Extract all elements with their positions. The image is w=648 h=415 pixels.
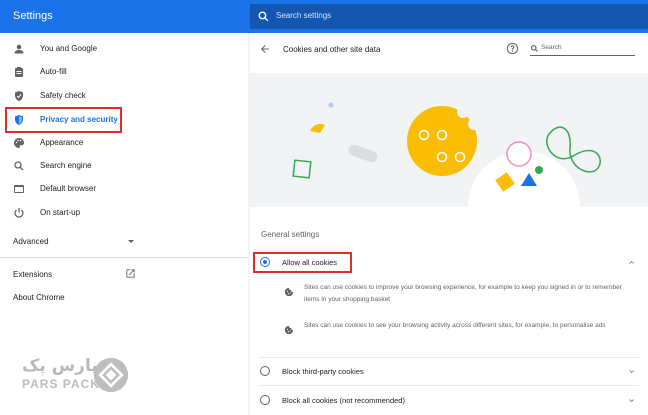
radio-block-all-cookies[interactable] [260, 395, 270, 405]
sidebar-item-auto-fill[interactable]: Auto-fill [0, 61, 248, 83]
help-icon[interactable] [506, 42, 519, 55]
sidebar-item-label: You and Google [40, 44, 98, 53]
sidebar-item-you-and-google[interactable]: You and Google [0, 38, 248, 60]
general-settings-heading: General settings [261, 230, 320, 239]
allow-all-description-2: Sites can use cookies to see your browsi… [304, 322, 606, 329]
sidebar-divider [0, 257, 248, 258]
highlight-privacy [5, 107, 122, 133]
chevron-down-icon[interactable] [627, 367, 636, 376]
power-icon [14, 208, 24, 218]
search-icon [14, 161, 24, 171]
sidebar-item-label: Default browser [40, 184, 97, 193]
option-label: Block all cookies (not recommended) [282, 396, 405, 405]
sidebar-item-label: Auto-fill [40, 67, 67, 76]
sidebar-item-search-engine[interactable]: Search engine [0, 155, 248, 177]
allow-all-description-1: Sites can use cookies to improve your br… [304, 284, 622, 303]
divider [259, 385, 639, 386]
option-block-third-party-cookies[interactable]: Block third-party cookies [250, 360, 648, 382]
watermark-text-fa: پارس پک [22, 356, 98, 376]
panel-search-underline [530, 55, 635, 56]
page-title: Cookies and other site data [283, 45, 381, 54]
back-arrow-icon[interactable] [259, 43, 271, 55]
clipboard-icon [15, 67, 23, 77]
browser-icon [14, 185, 24, 193]
app-title: Settings [13, 10, 53, 22]
search-input[interactable]: Search settings [276, 11, 331, 20]
shield-check-icon [15, 91, 23, 101]
highlight-allow-all [253, 252, 352, 273]
sidebar-item-default-browser[interactable]: Default browser [0, 178, 248, 200]
sidebar-extensions[interactable]: Extensions [13, 270, 52, 279]
chevron-down-icon[interactable] [627, 396, 636, 405]
palette-icon [14, 138, 24, 148]
open-in-new-icon[interactable] [125, 268, 136, 279]
chevron-down-icon[interactable] [128, 240, 134, 243]
radio-block-third-party-cookies[interactable] [260, 366, 270, 376]
cookie-icon [284, 325, 294, 335]
sidebar-item-safety-check[interactable]: Safety check [0, 85, 248, 107]
panel-search-input[interactable]: Search [541, 44, 562, 51]
cookies-illustration [250, 73, 648, 207]
cookies-panel: Cookies and other site data Search Gener… [250, 33, 648, 415]
person-icon [14, 44, 24, 54]
chevron-up-icon[interactable] [627, 258, 636, 267]
sidebar-item-appearance[interactable]: Appearance [0, 132, 248, 154]
option-label: Block third-party cookies [282, 367, 364, 376]
sidebar-item-label: Appearance [40, 138, 84, 147]
sidebar-item-on-start-up[interactable]: On start-up [0, 202, 248, 224]
watermark-text-en: PARS PACK [22, 377, 100, 391]
search-icon [530, 44, 538, 52]
cookies-illustration-art [292, 102, 601, 207]
sidebar-item-label: Safety check [40, 91, 86, 100]
search-icon [258, 11, 269, 22]
cookie-icon [284, 287, 294, 297]
sidebar-about-chrome[interactable]: About Chrome [13, 293, 65, 302]
sidebar-item-label: Search engine [40, 161, 92, 170]
divider [259, 357, 639, 358]
sidebar-item-label: On start-up [40, 208, 81, 217]
sidebar-advanced[interactable]: Advanced [13, 237, 49, 246]
option-block-all-cookies[interactable]: Block all cookies (not recommended) [250, 390, 648, 412]
parspack-logo-icon [93, 357, 129, 393]
